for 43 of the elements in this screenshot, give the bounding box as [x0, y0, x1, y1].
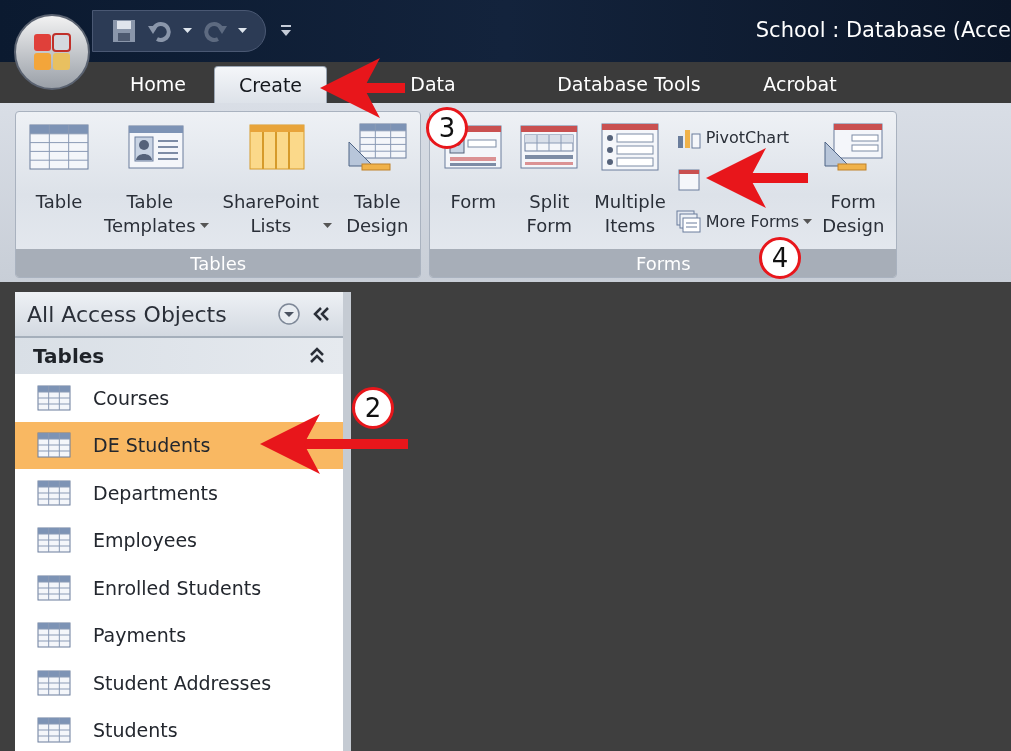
ribbon-button[interactable]: Table: [22, 112, 96, 220]
table-icon: [37, 622, 71, 649]
caret-icon: [323, 223, 333, 229]
blank-form-icon: [675, 168, 702, 192]
group-label: Tables: [16, 249, 421, 277]
caret-icon: [183, 28, 192, 34]
dropdown-circle-icon[interactable]: [277, 302, 301, 326]
step-marker: 2: [352, 387, 394, 429]
stacked-forms-icon: [675, 210, 702, 234]
table-icon: [37, 527, 71, 554]
ribbon-button[interactable]: Table Templates: [98, 112, 215, 244]
ribbon-button[interactable]: Multiple Items: [588, 112, 672, 244]
table-design-icon: [346, 122, 409, 172]
table-icon: [37, 669, 71, 696]
ribbon-tab[interactable]: Create: [214, 66, 327, 103]
multiple-items-icon: [599, 122, 662, 172]
ribbon-small-button[interactable]: PivotChart: [673, 120, 792, 156]
caret-icon: [199, 223, 209, 229]
ribbon-button[interactable]: Table Design: [340, 112, 415, 244]
form-design-icon: [822, 122, 885, 172]
ribbon-button[interactable]: Split Form: [512, 112, 587, 244]
ribbon-tab[interactable]: Acrobat: [725, 66, 875, 103]
table-icon: [28, 122, 90, 172]
ribbon-tab[interactable]: Data: [333, 66, 533, 103]
pane-title: All Access Objects: [27, 300, 228, 329]
split-form-icon: [518, 122, 581, 172]
ribbon-button[interactable]: Form Design: [816, 112, 891, 244]
table-icon: [37, 479, 71, 506]
office-logo-icon: [32, 32, 72, 72]
table-icon: [37, 717, 71, 744]
save-icon[interactable]: [111, 18, 137, 44]
table-icon: [37, 384, 71, 411]
ribbon-button[interactable]: SharePoint Lists: [216, 112, 339, 244]
window-title: School : Database (Acce: [755, 17, 1011, 45]
ribbon-small-button[interactable]: More Forms: [673, 204, 815, 240]
customize-toolbar-icon[interactable]: [280, 24, 292, 38]
ribbon-tab[interactable]: Database Tools: [539, 66, 719, 103]
ribbon-tab[interactable]: Home: [108, 66, 208, 103]
caret-icon: [803, 219, 813, 225]
caret-icon: [238, 28, 247, 34]
table-icon: [37, 574, 71, 601]
group-header[interactable]: Tables: [15, 338, 343, 374]
table-icon: [37, 432, 71, 459]
